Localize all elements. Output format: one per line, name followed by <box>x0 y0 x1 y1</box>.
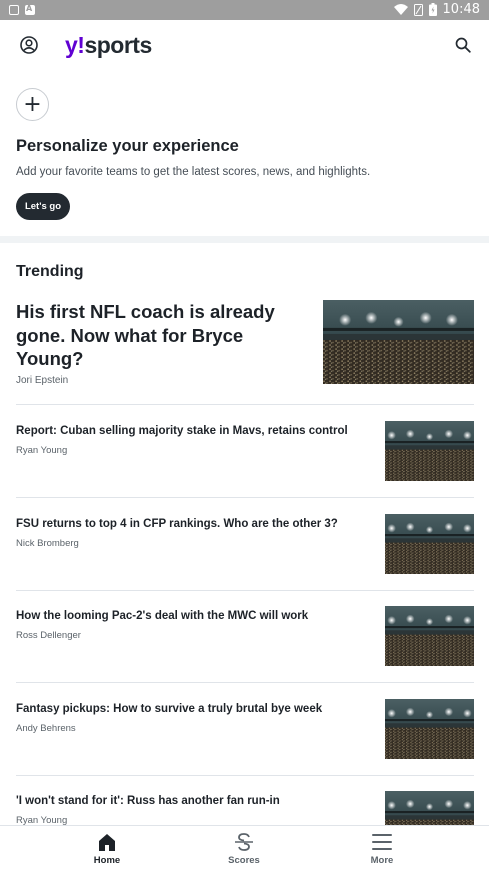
logo-y: y! <box>65 32 85 58</box>
story-author: Ryan Young <box>16 445 68 456</box>
profile-icon[interactable] <box>20 36 38 54</box>
nav-home[interactable]: Home <box>77 832 137 870</box>
story-thumbnail[interactable] <box>385 606 474 666</box>
story-headline[interactable]: FSU returns to top 4 in CFP rankings. Wh… <box>16 518 371 530</box>
nav-more[interactable]: More <box>352 832 412 870</box>
section-divider <box>0 236 489 243</box>
story-author: Ross Dellenger <box>16 630 81 641</box>
hero-author: Jori Epstein <box>16 375 69 386</box>
nav-scores-label: Scores <box>228 855 260 866</box>
home-icon <box>99 834 115 851</box>
story-thumbnail[interactable] <box>385 699 474 759</box>
wifi-icon <box>393 4 408 15</box>
yahoo-sports-logo: y! sports <box>65 32 152 59</box>
personalize-description: Add your favorite teams to get the lates… <box>16 166 371 178</box>
signal-icon <box>413 3 423 16</box>
add-team-button[interactable]: + <box>16 88 49 121</box>
menu-icon <box>372 834 392 850</box>
search-icon[interactable] <box>455 37 471 53</box>
story-headline[interactable]: Fantasy pickups: How to survive a truly … <box>16 703 371 715</box>
story-thumbnail[interactable] <box>385 421 474 481</box>
battery-icon <box>428 3 437 16</box>
hero-story[interactable]: His first NFL coach is already gone. Now… <box>16 300 474 405</box>
story-author: Nick Bromberg <box>16 538 79 549</box>
nav-more-label: More <box>370 855 394 866</box>
scores-icon <box>235 833 253 851</box>
story-headline[interactable]: Report: Cuban selling majority stake in … <box>16 425 371 437</box>
bottom-navigation: Home Scores More <box>0 825 489 873</box>
status-time: 10:48 <box>442 2 480 17</box>
trending-heading: Trending <box>16 263 84 280</box>
story-item[interactable]: FSU returns to top 4 in CFP rankings. Wh… <box>16 498 474 591</box>
notification-icon <box>9 5 19 15</box>
hero-headline[interactable]: His first NFL coach is already gone. Now… <box>16 300 296 371</box>
story-headline[interactable]: 'I won't stand for it': Russ has another… <box>16 795 371 807</box>
status-bar: 10:48 <box>0 0 489 20</box>
story-item[interactable]: Fantasy pickups: How to survive a truly … <box>16 683 474 776</box>
story-item[interactable]: How the looming Pac-2's deal with the MW… <box>16 590 474 683</box>
nav-home-label: Home <box>93 855 121 866</box>
hero-thumbnail[interactable] <box>323 300 474 384</box>
story-thumbnail[interactable] <box>385 514 474 574</box>
nav-scores[interactable]: Scores <box>214 832 274 870</box>
story-item[interactable]: Report: Cuban selling majority stake in … <box>16 405 474 498</box>
personalize-title: Personalize your experience <box>16 137 239 155</box>
app-notification-icon <box>25 4 35 15</box>
logo-text: sports <box>84 32 152 58</box>
lets-go-button[interactable]: Let's go <box>16 193 70 220</box>
story-author: Andy Behrens <box>16 723 76 734</box>
app-header: y! sports <box>0 20 489 72</box>
story-headline[interactable]: How the looming Pac-2's deal with the MW… <box>16 610 371 622</box>
